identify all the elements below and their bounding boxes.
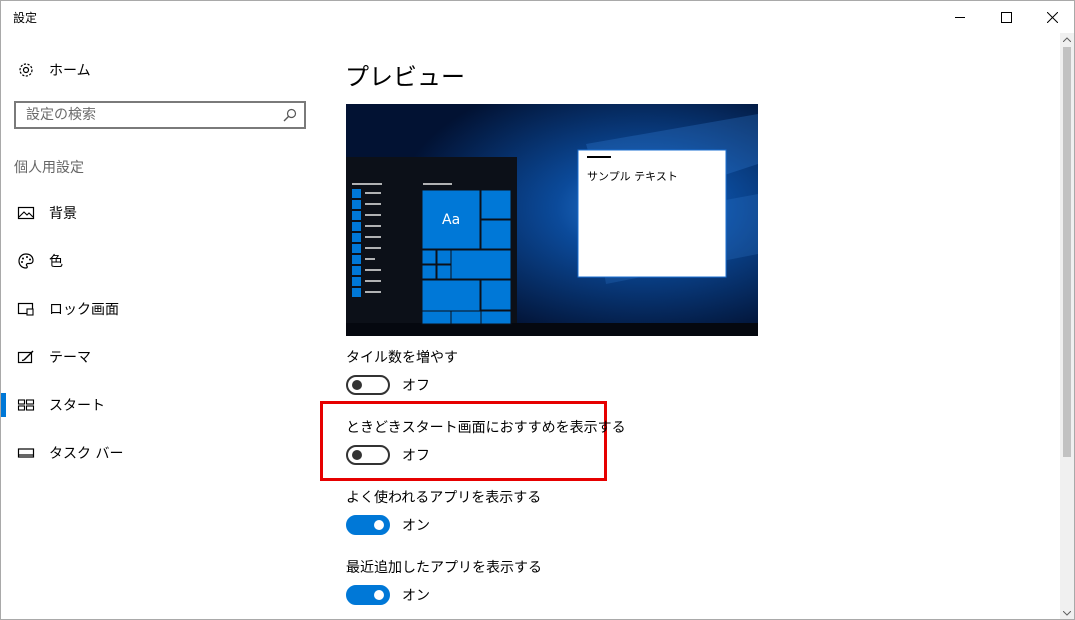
vertical-scrollbar[interactable]: [1060, 33, 1074, 619]
sidebar-item-taskbar[interactable]: タスク バー: [1, 433, 321, 473]
toggle-state: オン: [402, 588, 430, 604]
toggle-knob: [352, 380, 362, 390]
maximize-button[interactable]: [983, 1, 1029, 33]
gear-icon: [17, 61, 35, 79]
scroll-down-icon[interactable]: [1063, 609, 1071, 617]
preview-sample-text: サンプル テキスト: [587, 170, 678, 183]
minimize-button[interactable]: [937, 1, 983, 33]
setting-row-suggestions: オフ: [346, 444, 430, 466]
page-title: プレビュー: [345, 63, 465, 91]
sidebar-item-background[interactable]: 背景: [1, 193, 321, 233]
toggle-most-used[interactable]: [346, 515, 390, 535]
home-label: ホーム: [49, 63, 91, 79]
minimize-icon: [955, 16, 965, 18]
setting-label: よく使われるアプリを表示する: [346, 490, 542, 506]
settings-window: 設定 ホーム 設定の検索 個人用設定 背景 色 ロック画面 テーマ スタート タ…: [0, 0, 1075, 620]
sidebar: ホーム 個人用設定 背景: [1, 33, 321, 619]
toggle-more-tiles[interactable]: [346, 375, 390, 395]
scroll-thumb[interactable]: [1063, 47, 1071, 457]
close-button[interactable]: [1029, 1, 1074, 33]
toggle-knob: [374, 520, 384, 530]
toggle-state: オフ: [402, 448, 430, 464]
taskbar-icon: [17, 444, 35, 462]
setting-label: ときどきスタート画面におすすめを表示する: [346, 420, 626, 436]
sidebar-item-label: 背景: [49, 206, 77, 222]
lock-screen-icon: [17, 300, 35, 318]
close-icon: [1046, 11, 1058, 23]
sidebar-item-label: 色: [49, 254, 63, 270]
toggle-recently-added[interactable]: [346, 585, 390, 605]
sidebar-item-label: タスク バー: [49, 446, 124, 462]
toggle-knob: [374, 590, 384, 600]
setting-row-recently-added: オン: [346, 584, 430, 606]
window-title: 設定: [13, 11, 38, 25]
sidebar-item-theme[interactable]: テーマ: [1, 337, 321, 377]
palette-icon: [17, 252, 35, 270]
search-box[interactable]: [14, 101, 306, 129]
sidebar-item-label: ロック画面: [49, 302, 119, 318]
start-preview-image: Aa サンプル テキスト: [346, 104, 758, 336]
toggle-state: オン: [402, 518, 430, 534]
preview-tile-label: Aa: [442, 212, 461, 228]
title-bar: 設定: [1, 1, 1074, 33]
maximize-icon: [1000, 11, 1012, 23]
scroll-up-icon[interactable]: [1063, 35, 1071, 43]
toggle-suggestions[interactable]: [346, 445, 390, 465]
setting-label: 最近追加したアプリを表示する: [346, 560, 542, 576]
sidebar-item-lock-screen[interactable]: ロック画面: [1, 289, 321, 329]
theme-icon: [17, 348, 35, 366]
image-icon: [17, 204, 35, 222]
sidebar-item-home[interactable]: ホーム: [1, 55, 321, 85]
section-title: 個人用設定: [14, 160, 84, 176]
active-indicator: [1, 393, 6, 417]
search-icon[interactable]: [282, 107, 298, 123]
sidebar-item-start[interactable]: スタート: [1, 385, 321, 425]
search-input[interactable]: [26, 106, 276, 124]
setting-row-most-used: オン: [346, 514, 430, 536]
start-tiles-icon: [17, 396, 35, 414]
sidebar-item-color[interactable]: 色: [1, 241, 321, 281]
toggle-state: オフ: [402, 378, 430, 394]
setting-label: タイル数を増やす: [346, 350, 458, 366]
highlight-box: [320, 401, 607, 481]
sidebar-item-label: スタート: [49, 398, 105, 414]
setting-row-more-tiles: オフ: [346, 374, 430, 396]
main-content: プレビュー Aa サンプル テキスト タイル数を増やす オフ ときどきスタート画…: [320, 33, 1061, 619]
sidebar-item-label: テーマ: [49, 350, 91, 366]
toggle-knob: [352, 450, 362, 460]
